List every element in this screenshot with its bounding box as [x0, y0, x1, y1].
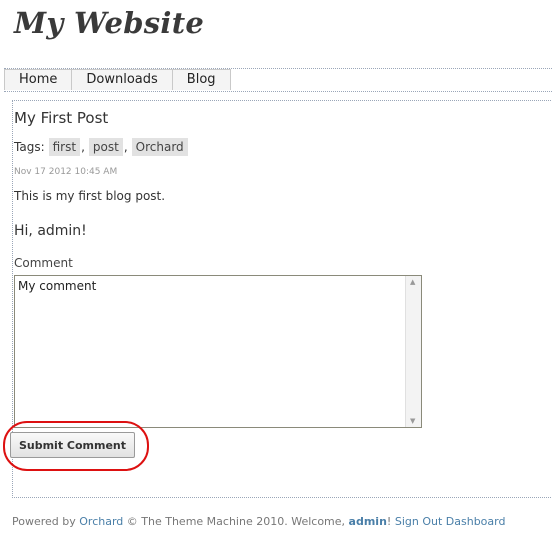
post-date: Nov 17 2012 10:45 AM	[14, 167, 118, 177]
footer-sign-out-link[interactable]: Sign Out	[395, 515, 442, 528]
scroll-up-arrow-icon[interactable]: ▲	[410, 278, 415, 286]
footer-welcome: Welcome,	[291, 515, 346, 528]
comment-label: Comment	[14, 256, 73, 270]
comment-scrollbar[interactable]: ▲ ▼	[405, 276, 421, 427]
footer-copyright: © The Theme Machine 2010.	[126, 515, 288, 528]
footer-user-link[interactable]: admin	[349, 515, 387, 528]
footer-dashboard-link[interactable]: Dashboard	[446, 515, 506, 528]
nav-item-blog[interactable]: Blog	[171, 69, 231, 90]
submit-comment-button[interactable]: Submit Comment	[10, 432, 135, 458]
footer-exclamation: !	[386, 515, 392, 528]
footer: Powered by Orchard © The Theme Machine 2…	[12, 515, 505, 528]
tag-separator: ,	[81, 140, 85, 154]
tags-label: Tags:	[14, 140, 45, 154]
footer-powered-by: Powered by	[12, 515, 76, 528]
nav-item-home[interactable]: Home	[4, 69, 73, 90]
tag-post[interactable]: post	[88, 138, 123, 156]
nav-item-downloads[interactable]: Downloads	[71, 69, 173, 90]
footer-orchard-link[interactable]: Orchard	[79, 515, 123, 528]
comment-textarea-frame: My comment ▲ ▼	[14, 275, 422, 428]
scroll-down-arrow-icon[interactable]: ▼	[410, 417, 415, 425]
comment-textarea[interactable]: My comment	[18, 279, 403, 423]
site-title: My Website	[14, 6, 205, 40]
comment-greeting: Hi, admin!	[14, 223, 87, 239]
tag-separator: ,	[123, 140, 128, 154]
tag-first[interactable]: first	[48, 138, 81, 156]
main-nav: Home Downloads Blog	[4, 68, 552, 92]
content-area: My First Post Tags: first, post, Orchard…	[3, 100, 552, 498]
post-title: My First Post	[14, 109, 109, 127]
tag-orchard[interactable]: Orchard	[131, 138, 188, 156]
footer-user-name: admin	[348, 515, 387, 528]
post-body: This is my first blog post.	[14, 189, 166, 203]
post-tags: Tags: first, post, Orchard	[14, 138, 189, 156]
